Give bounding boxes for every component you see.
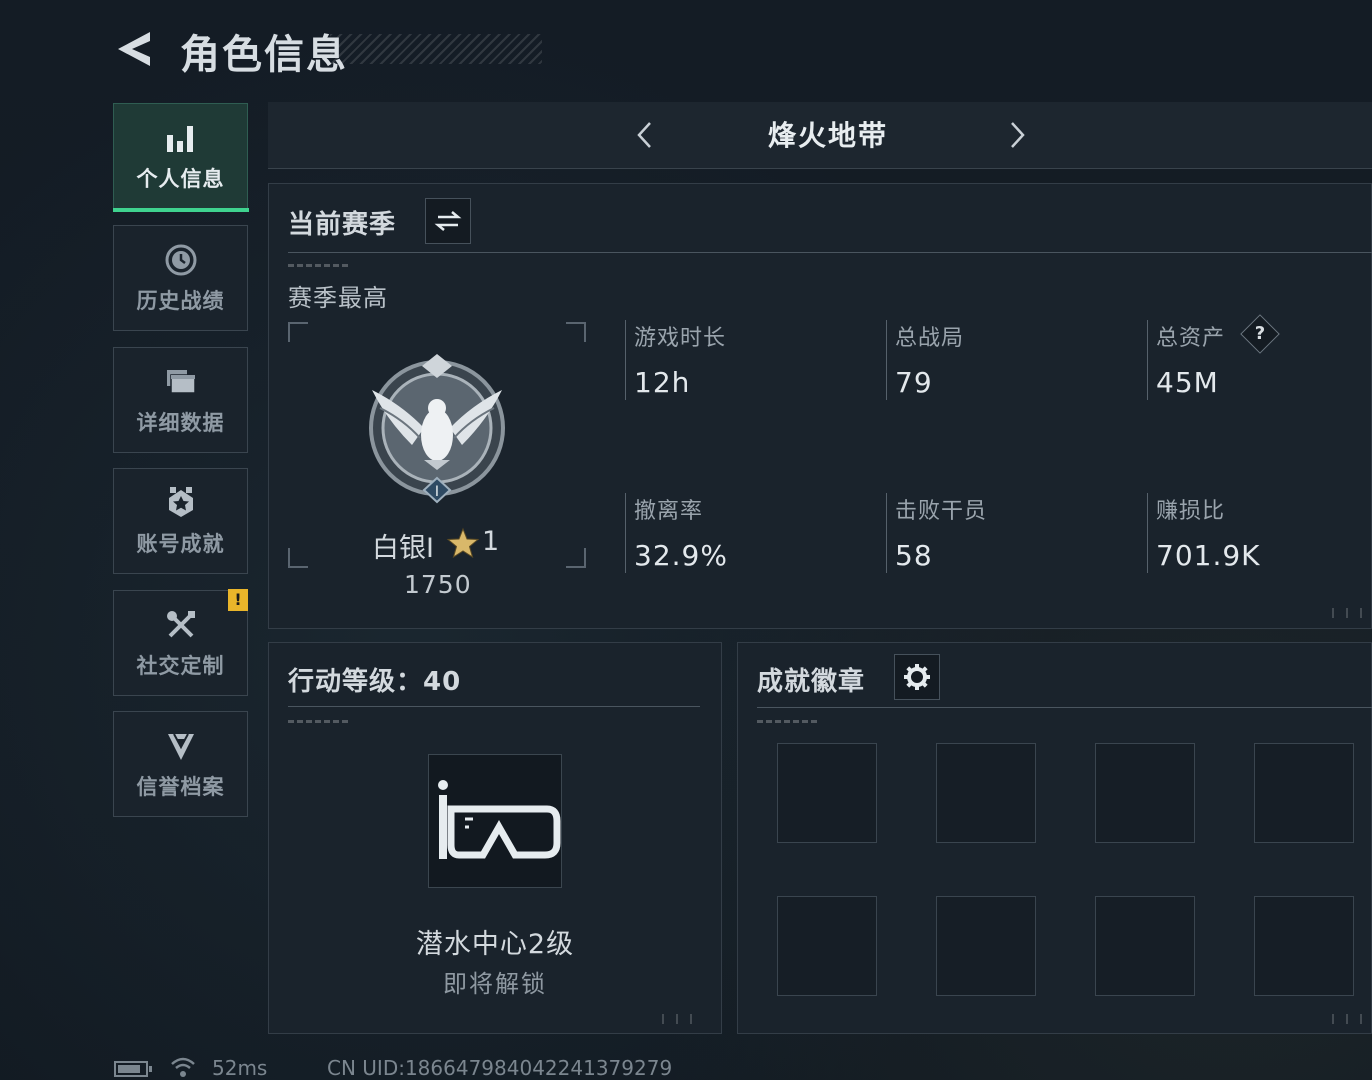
bar-chart-icon	[162, 119, 200, 157]
stat-label: 赚损比	[1156, 499, 1226, 524]
chevron-left-icon	[637, 122, 651, 148]
sidebar-item-personal-info[interactable]: 个人信息	[112, 103, 249, 212]
mode-selector: 烽火地带	[268, 102, 1372, 169]
stat-extraction-rate: 撤离率 32.9%	[625, 493, 865, 573]
mode-previous-button[interactable]	[630, 118, 660, 152]
wifi-icon	[171, 1057, 195, 1077]
back-button[interactable]	[112, 26, 158, 72]
sidebar-item-reputation[interactable]: 信誉档案	[113, 711, 248, 817]
stat-value: 32.9%	[634, 539, 728, 572]
achievements-title: 成就徽章	[757, 667, 866, 697]
divider	[288, 706, 700, 707]
sidebar-item-history[interactable]: 历史战绩	[113, 225, 248, 331]
swap-icon	[434, 211, 462, 231]
unlock-icon-frame[interactable]	[428, 754, 562, 888]
clock-history-icon	[162, 241, 200, 279]
action-level-title: 行动等级：40	[288, 667, 462, 697]
page-title: 角色信息	[180, 32, 348, 78]
tools-icon	[162, 606, 200, 644]
reputation-shield-icon	[162, 727, 200, 765]
sidebar-item-detailed-data[interactable]: 详细数据	[113, 347, 248, 453]
mode-title: 烽火地带	[767, 119, 888, 152]
rank-star-count: 1	[482, 526, 500, 557]
decoration-marks	[288, 264, 348, 267]
achievement-slot[interactable]	[777, 896, 877, 996]
stat-label: 总战局	[895, 326, 965, 351]
stat-value: 45M	[1156, 366, 1219, 399]
season-switch-button[interactable]	[425, 198, 471, 244]
sidebar-item-label: 信誉档案	[136, 775, 225, 799]
sidebar-item-label: 历史战绩	[136, 289, 225, 313]
stat-value: 701.9K	[1156, 539, 1261, 572]
achievement-slot[interactable]	[936, 743, 1036, 843]
notification-badge: !	[228, 589, 248, 611]
rank-emblem-icon: I	[369, 354, 505, 504]
stat-total-matches: 总战局 79	[886, 320, 1126, 400]
stat-operators-defeated: 击败干员 58	[886, 493, 1126, 573]
ping-text: 52ms	[212, 1056, 268, 1080]
achievement-slot[interactable]	[1254, 896, 1354, 996]
frame-corner	[288, 548, 308, 568]
frame-corner	[288, 322, 308, 342]
divider	[757, 707, 1372, 708]
stat-value: 79	[895, 366, 933, 399]
achievements-settings-button[interactable]	[894, 654, 940, 700]
uid-text: CN UID:18664798404224137927​9	[327, 1056, 673, 1080]
divider	[288, 252, 1372, 253]
sidebar-item-label: 社交定制	[136, 654, 225, 678]
achievement-emblem-icon	[162, 484, 200, 522]
rank-score: 1750	[404, 570, 472, 599]
achievement-slot[interactable]	[777, 743, 877, 843]
achievement-slot[interactable]	[1095, 743, 1195, 843]
stat-label: 游戏时长	[634, 326, 727, 351]
achievement-slot[interactable]	[1095, 896, 1195, 996]
achievement-slot[interactable]	[1254, 743, 1354, 843]
decoration-marks	[1330, 1014, 1370, 1024]
stat-play-time: 游戏时长 12h	[625, 320, 865, 400]
season-best-label: 赛季最高	[288, 284, 388, 312]
help-icon: ?	[1254, 323, 1266, 344]
decoration-marks	[288, 720, 348, 723]
decoration-marks	[1330, 608, 1370, 618]
star-icon	[446, 527, 480, 559]
stat-value: 58	[895, 539, 933, 572]
stat-label: 击败干员	[895, 499, 988, 524]
battery-icon	[114, 1061, 152, 1077]
unlock-name: 潜水中心2级	[415, 929, 575, 960]
rank-name: 白银I	[372, 533, 434, 564]
chevron-right-icon	[1011, 122, 1025, 148]
sidebar-item-achievements[interactable]: 账号成就	[113, 468, 248, 574]
decoration-marks	[757, 720, 817, 723]
achievement-slot[interactable]	[936, 896, 1036, 996]
season-title: 当前赛季	[288, 210, 397, 240]
unlock-status: 即将解锁	[443, 970, 547, 998]
stat-label: 撤离率	[634, 499, 704, 524]
frame-corner	[566, 322, 586, 342]
diving-mask-icon	[438, 780, 561, 859]
decoration-marks	[660, 1014, 700, 1024]
title-decoration	[330, 34, 542, 64]
gear-icon	[904, 664, 930, 690]
back-arrow-icon	[118, 32, 150, 66]
stat-profit-loss-ratio: 赚损比 701.9K	[1147, 493, 1372, 573]
mode-next-button[interactable]	[1002, 118, 1032, 152]
sidebar-item-label: 个人信息	[136, 167, 225, 191]
folder-stack-icon	[162, 363, 200, 401]
sidebar-item-label: 账号成就	[136, 532, 225, 556]
frame-corner	[566, 548, 586, 568]
svg-text:I: I	[435, 484, 439, 500]
sidebar-item-label: 详细数据	[136, 411, 225, 435]
stat-value: 12h	[634, 366, 691, 399]
